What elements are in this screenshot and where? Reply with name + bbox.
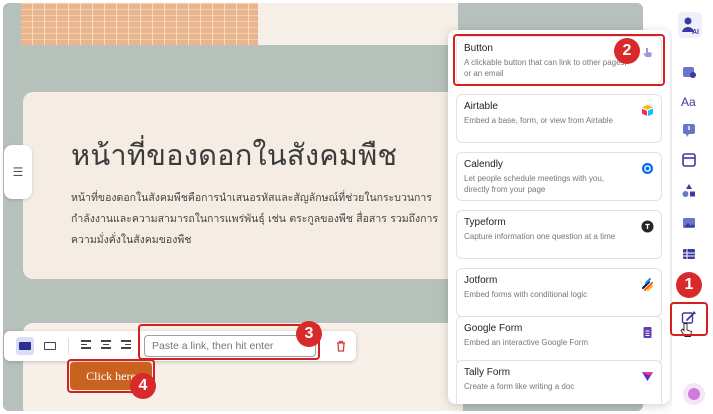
body-line: หน้าที่ของดอกในสังคมพืชคือการนำเสนอรหัสแ…: [71, 192, 432, 204]
tally-icon: [642, 372, 653, 381]
item-desc: Let people schedule meetings with you, d…: [464, 174, 605, 194]
table-icon[interactable]: [681, 246, 697, 262]
help-bubble-icon[interactable]: [682, 382, 706, 406]
item-name: Jotform: [464, 275, 498, 286]
google-form-icon: [643, 327, 652, 338]
ai-assistant-icon[interactable]: AI: [678, 12, 702, 38]
toolbar-divider: [68, 338, 69, 354]
menu-item-tally-form[interactable]: Tally Form Create a form like writing a …: [456, 360, 662, 404]
menu-item-typeform[interactable]: Typeform Capture information one questio…: [456, 210, 662, 259]
outline-rect-icon: [44, 342, 56, 350]
content-card: หน้าที่ของดอกในสังคมพืช หน้าที่ของดอกในส…: [23, 92, 463, 279]
item-name: Calendly: [464, 159, 503, 170]
trash-icon[interactable]: [334, 339, 348, 353]
item-name: Button: [464, 43, 493, 54]
menu-lines-icon: ☰: [12, 165, 24, 179]
page-title[interactable]: หน้าที่ของดอกในสังคมพืช: [71, 132, 397, 178]
item-name: Airtable: [464, 101, 498, 112]
item-desc: Embed a base, form, or view from Airtabl…: [464, 116, 613, 125]
editor-screen: หน้าที่ของดอกในสังคมพืช หน้าที่ของดอกในส…: [0, 0, 713, 414]
filled-rect-icon: [19, 342, 31, 350]
cards-icon[interactable]: [681, 64, 697, 80]
pointer-hand-icon: [643, 48, 652, 57]
item-desc: Embed forms with conditional logic: [464, 290, 588, 299]
jotform-icon: [642, 278, 653, 291]
svg-text:Aa: Aa: [681, 95, 696, 109]
step-badge: 1: [676, 272, 702, 298]
step-badge: 4: [130, 373, 156, 399]
item-desc: A clickable button that can link to othe…: [464, 58, 627, 78]
menu-item-google-form[interactable]: Google Form Embed an interactive Google …: [456, 316, 662, 365]
align-left-icon[interactable]: [81, 340, 91, 352]
body-line: ความมั่งคั่งในสังคมของพืช: [71, 234, 192, 246]
item-desc: Capture information one question at a ti…: [464, 232, 616, 241]
cursor-hand-icon: [680, 323, 692, 337]
airtable-icon: [642, 105, 653, 116]
align-center-icon[interactable]: [101, 340, 111, 352]
svg-text:AI: AI: [692, 29, 699, 36]
image-icon[interactable]: [681, 215, 697, 231]
body-line: กำลังงานและความสามารถในการแพร่พันธุ์ เช่…: [71, 213, 439, 225]
item-name: Tally Form: [464, 367, 511, 378]
embed-menu: Button A clickable button that can link …: [448, 30, 670, 404]
text-style-icon[interactable]: Aa: [681, 93, 697, 109]
brick-image: [21, 3, 258, 45]
align-right-icon[interactable]: [121, 340, 131, 352]
item-name: Typeform: [464, 217, 506, 228]
menu-item-airtable[interactable]: Airtable Embed a base, form, or view fro…: [456, 94, 662, 143]
item-desc: Create a form like writing a doc: [464, 382, 575, 391]
layout-icon[interactable]: [681, 152, 697, 168]
outline-toggle-button[interactable]: ☰: [4, 145, 32, 199]
menu-item-calendly[interactable]: Calendly Let people schedule meetings wi…: [456, 152, 662, 201]
shapes-icon[interactable]: [681, 183, 697, 199]
item-desc: Embed an interactive Google Form: [464, 338, 589, 347]
step-badge: 3: [296, 321, 322, 347]
step-badge: 2: [614, 38, 640, 64]
filled-style-button[interactable]: [16, 337, 34, 355]
body-text[interactable]: หน้าที่ของดอกในสังคมพืชคือการนำเสนอรหัสแ…: [71, 188, 466, 251]
insert-rail: AI Aa: [672, 0, 713, 414]
typeform-icon: [641, 220, 654, 233]
calendly-icon: [642, 163, 653, 174]
link-input[interactable]: [144, 335, 316, 357]
top-card-strip: [258, 3, 458, 45]
menu-item-jotform[interactable]: Jotform Embed forms with conditional log…: [456, 268, 662, 317]
item-name: Google Form: [464, 323, 523, 334]
outline-style-button[interactable]: [41, 337, 59, 355]
callout-icon[interactable]: [681, 122, 697, 138]
